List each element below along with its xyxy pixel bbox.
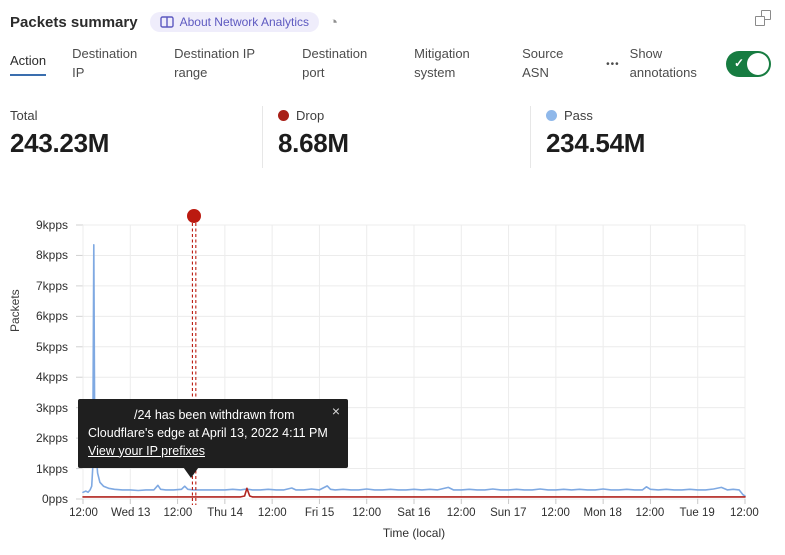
x-tick: 12:00 xyxy=(438,507,485,519)
tab-destination-ip[interactable]: Destination IP xyxy=(72,45,144,83)
tab-mitigation-system[interactable]: Mitigation system xyxy=(414,45,492,83)
x-axis-ticks: 12:00 Wed 13 12:00 Thu 14 12:00 Fri 15 1… xyxy=(60,507,768,519)
time-history-icon[interactable]: ◔ xyxy=(329,15,338,30)
toggle-knob xyxy=(747,53,769,75)
dimension-tabs: Action Destination IP Destination IP ran… xyxy=(0,40,785,88)
x-tick: Sun 17 xyxy=(485,507,532,519)
annotation-tooltip: × /24 has been withdrawn from Cloudflare… xyxy=(78,399,348,468)
badge-label: About Network Analytics xyxy=(180,15,309,29)
x-tick: 12:00 xyxy=(249,507,296,519)
show-annotations-label: Show annotations xyxy=(630,45,716,83)
x-tick: 12:00 xyxy=(626,507,673,519)
stat-pass-label: Pass xyxy=(564,108,593,123)
tooltip-caret xyxy=(181,464,201,478)
stats-row: Total 243.23M Drop 8.68M Pass 234.54M xyxy=(0,106,785,168)
stat-drop: Drop 8.68M xyxy=(262,106,530,168)
x-axis-label: Time (local) xyxy=(83,526,745,540)
view-ip-prefixes-link[interactable]: View your IP prefixes xyxy=(88,444,205,458)
check-icon: ✓ xyxy=(734,56,744,70)
stat-total: Total 243.23M xyxy=(0,106,262,168)
x-tick: 12:00 xyxy=(532,507,579,519)
x-tick: 12:00 xyxy=(154,507,201,519)
pass-legend-dot xyxy=(546,110,557,121)
show-annotations-toggle[interactable]: ✓ xyxy=(726,51,771,77)
x-tick: Thu 14 xyxy=(202,507,249,519)
x-tick: 12:00 xyxy=(60,507,107,519)
tooltip-line2: Cloudflare's edge at April 13, 2022 4:11… xyxy=(88,425,338,443)
packets-chart[interactable]: Packets 9kpps 8kpps 7kpps 6kpps 5kpps 4k… xyxy=(0,196,785,551)
x-tick: Tue 19 xyxy=(674,507,721,519)
stat-drop-value: 8.68M xyxy=(278,128,530,159)
stat-pass-value: 234.54M xyxy=(546,128,785,159)
tooltip-line1: /24 has been withdrawn from xyxy=(88,407,338,425)
x-tick: Fri 15 xyxy=(296,507,343,519)
more-tabs-ellipsis-icon[interactable]: ••• xyxy=(606,59,620,70)
header: Packets summary About Network Analytics … xyxy=(0,0,785,34)
stat-total-value: 243.23M xyxy=(10,128,262,159)
annotation-marker[interactable] xyxy=(187,209,201,223)
book-icon xyxy=(160,16,174,28)
close-icon[interactable]: × xyxy=(332,402,340,422)
about-network-analytics-badge[interactable]: About Network Analytics xyxy=(150,12,319,32)
x-tick: Sat 16 xyxy=(390,507,437,519)
expand-front-square xyxy=(755,16,765,26)
stat-pass: Pass 234.54M xyxy=(530,106,785,168)
packets-summary-card: Packets summary About Network Analytics … xyxy=(0,0,785,555)
x-tick: 12:00 xyxy=(343,507,390,519)
x-tick: Mon 18 xyxy=(579,507,626,519)
drop-legend-dot xyxy=(278,110,289,121)
tab-destination-port[interactable]: Destination port xyxy=(302,45,384,83)
x-tick: Wed 13 xyxy=(107,507,154,519)
stat-drop-label: Drop xyxy=(296,108,324,123)
stat-total-label: Total xyxy=(10,108,37,123)
expand-icon[interactable] xyxy=(755,10,771,26)
tab-source-asn[interactable]: Source ASN xyxy=(522,45,576,83)
chart-plot[interactable] xyxy=(0,196,785,551)
tab-action[interactable]: Action xyxy=(10,52,46,76)
x-tick: 12:00 xyxy=(721,507,768,519)
tab-destination-ip-range[interactable]: Destination IP range xyxy=(174,45,272,83)
page-title: Packets summary xyxy=(10,14,138,31)
